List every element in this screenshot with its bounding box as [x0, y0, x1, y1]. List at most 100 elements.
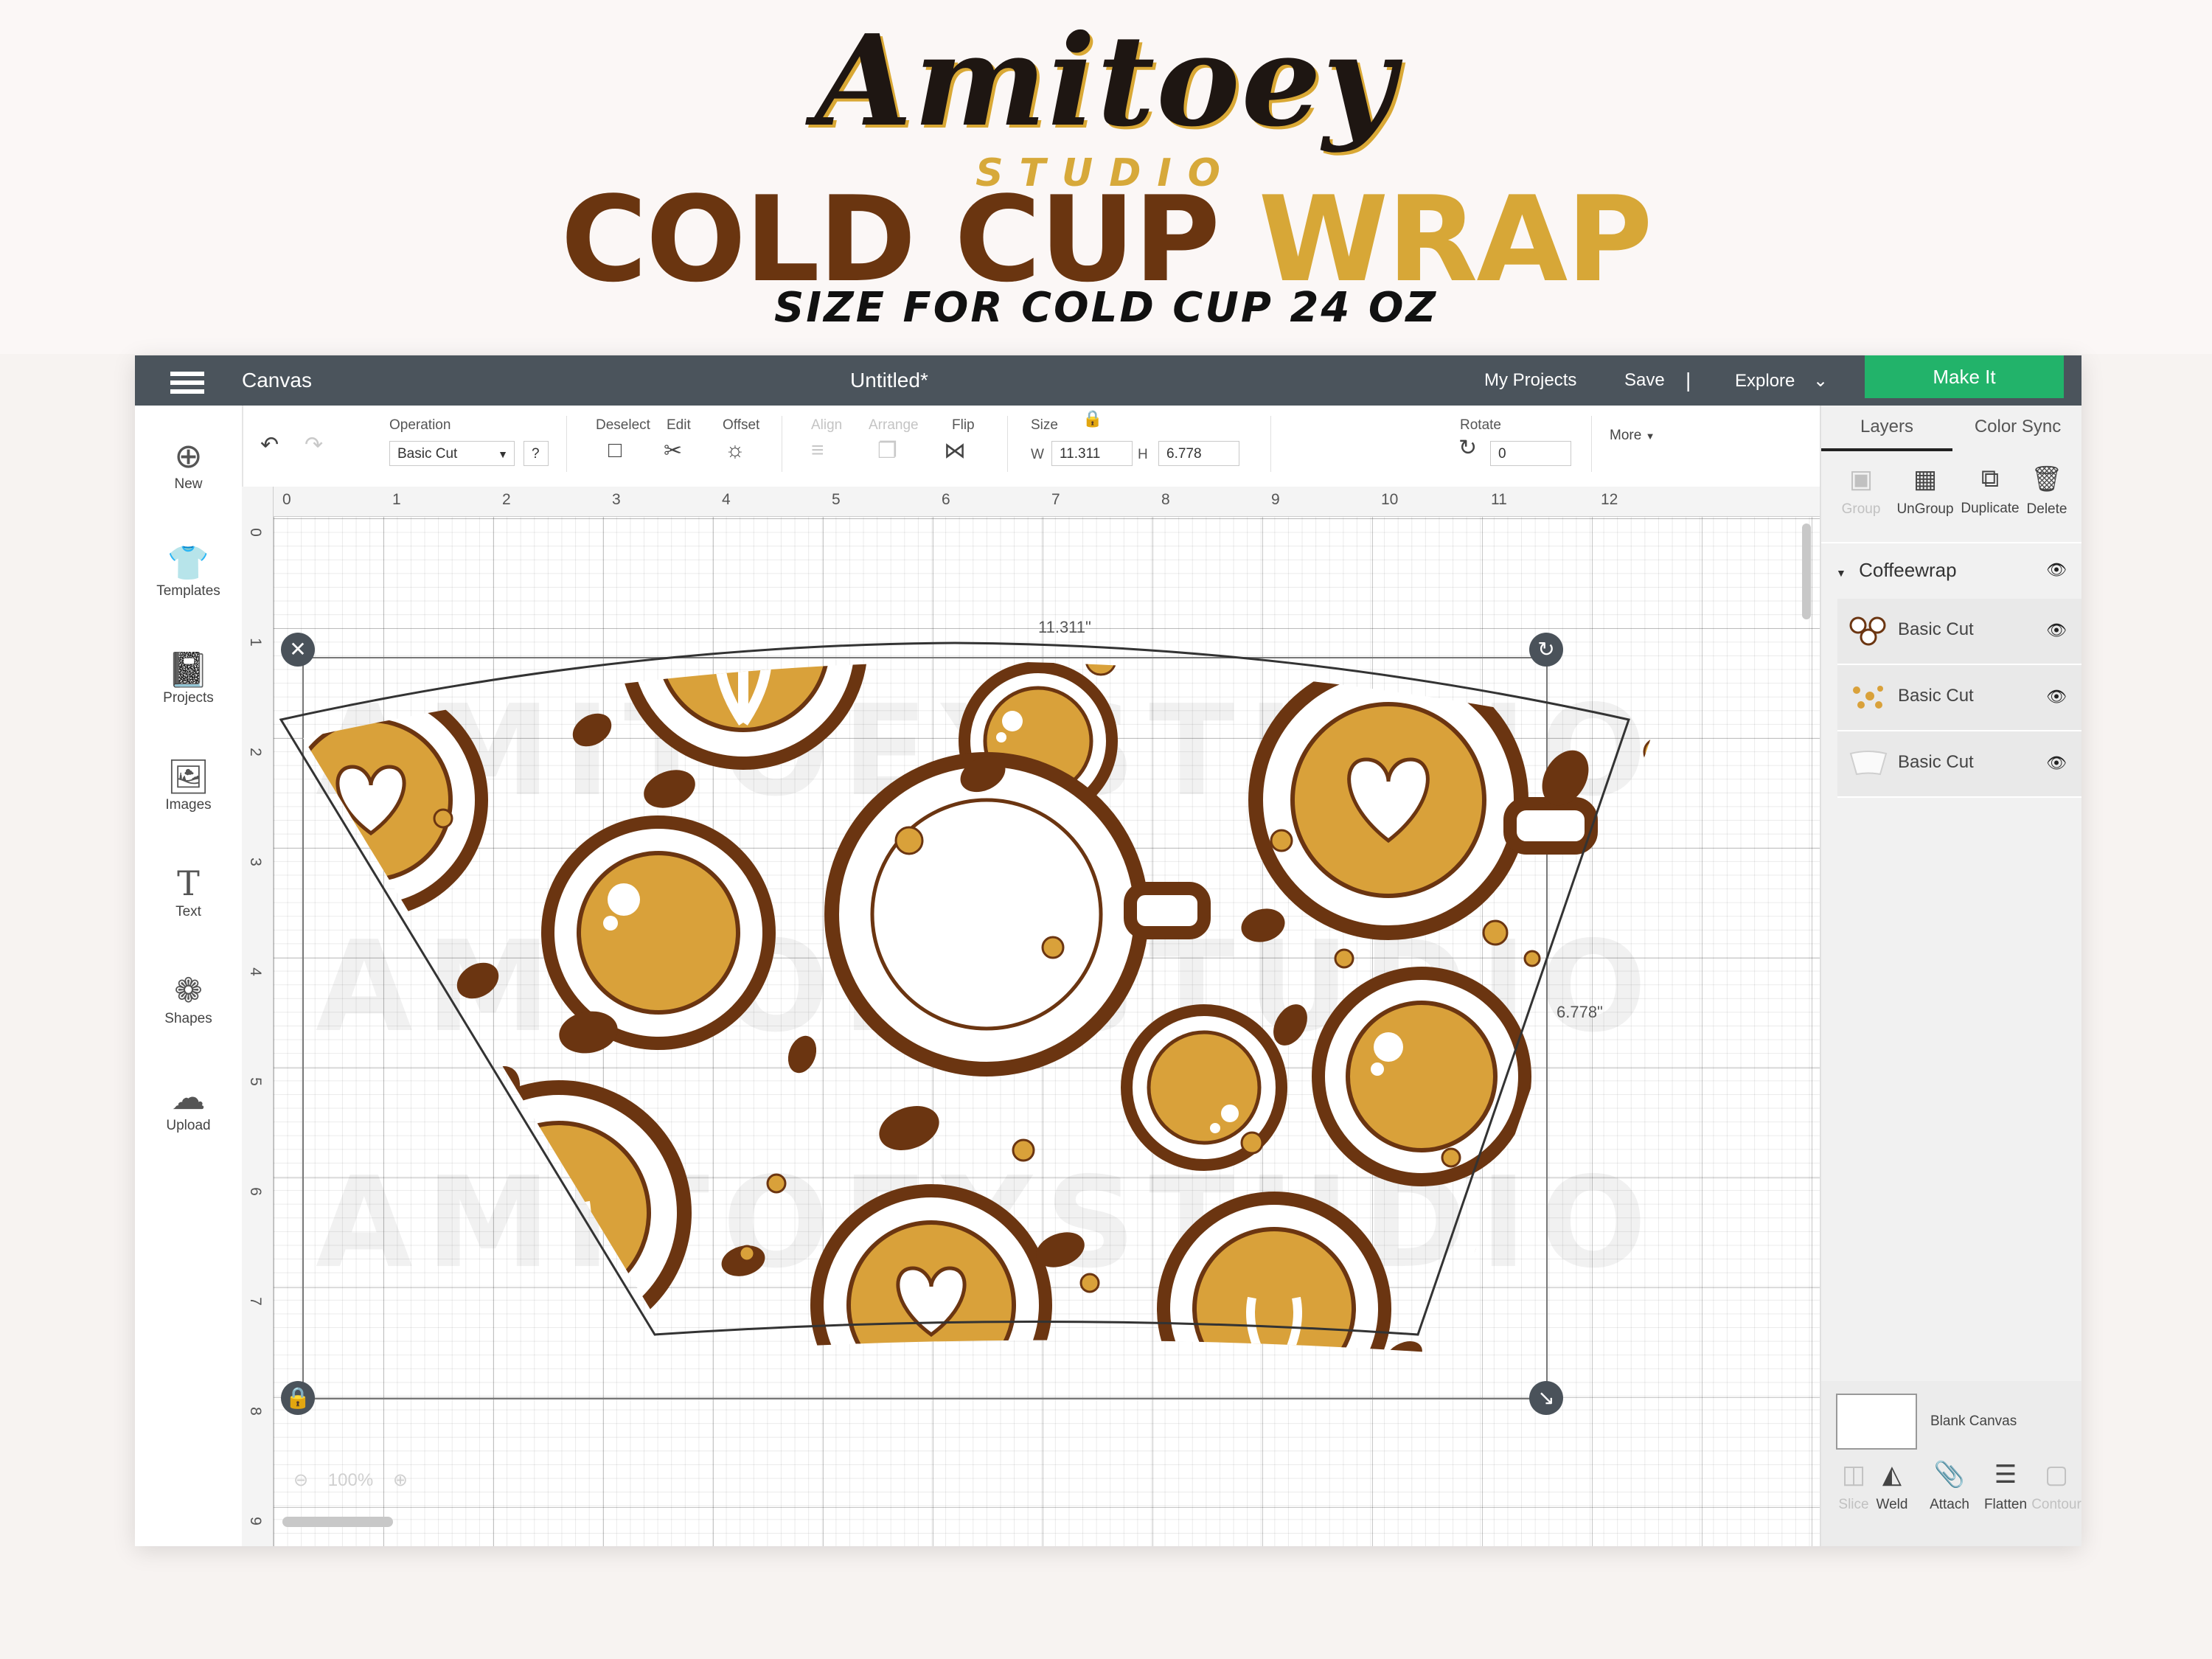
- layer-name: Basic Cut: [1898, 752, 1974, 772]
- layer-name: Basic Cut: [1898, 619, 1974, 639]
- zoom-level: 100%: [327, 1470, 374, 1490]
- document-title: Untitled*: [850, 369, 928, 392]
- explore-menu[interactable]: Explore ⌄: [1735, 370, 1828, 392]
- sidebar-item-label: Shapes: [164, 1011, 212, 1026]
- operation-select[interactable]: Basic Cut ▼: [389, 441, 515, 466]
- layer-thumbnail: [1853, 686, 1883, 709]
- zoom-in-icon[interactable]: ⊕: [393, 1470, 408, 1490]
- sidebar-item-text[interactable]: T Text: [135, 863, 242, 920]
- sidebar-item-images[interactable]: 🖼 Images: [135, 756, 242, 813]
- contour-button[interactable]: ▢ Contour: [2024, 1460, 2081, 1513]
- visibility-eye-icon[interactable]: 👁: [2046, 560, 2067, 580]
- width-input[interactable]: 11.311: [1051, 441, 1133, 466]
- divider: [1591, 416, 1592, 472]
- rotate-handle-icon[interactable]: ↻: [1529, 633, 1563, 667]
- sidebar-item-new[interactable]: ⊕ New: [135, 435, 242, 493]
- vertical-scrollbar[interactable]: [1802, 524, 1811, 619]
- rotate-label: Rotate: [1460, 417, 1501, 433]
- layer-group-coffeewrap[interactable]: ▼ Coffeewrap: [1836, 559, 1957, 582]
- tshirt-icon: 👕: [167, 543, 210, 582]
- sidebar-item-shapes[interactable]: ❁ Shapes: [135, 970, 242, 1027]
- weld-label: Weld: [1876, 1497, 1908, 1512]
- trash-icon: 🗑: [2031, 465, 2063, 493]
- ungroup-button[interactable]: ▦ UnGroup: [1893, 465, 1958, 518]
- duplicate-button[interactable]: ⧉ Duplicate: [1958, 465, 2023, 517]
- layer-row[interactable]: Basic Cut 👁: [1837, 665, 2081, 731]
- layer-group-name: Coffeewrap: [1859, 559, 1957, 581]
- zoom-out-icon[interactable]: ⊖: [293, 1470, 308, 1490]
- divider: [1821, 542, 2081, 543]
- layer-thumbnail: [1849, 616, 1886, 646]
- duplicate-icon: ⧉: [1980, 465, 2000, 493]
- cup-latte-top: [619, 661, 868, 770]
- group-button[interactable]: ▣ Group: [1829, 465, 1893, 518]
- undo-icon[interactable]: ↶: [260, 432, 279, 458]
- width-label: W: [1031, 447, 1044, 462]
- hamburger-menu-icon[interactable]: [170, 372, 204, 376]
- blank-canvas-swatch[interactable]: [1836, 1394, 1917, 1450]
- flip-label: Flip: [952, 417, 975, 433]
- my-projects-link[interactable]: My Projects: [1484, 370, 1576, 391]
- rotate-input[interactable]: 0: [1490, 441, 1571, 466]
- visibility-eye-icon[interactable]: 👁: [2046, 754, 2067, 773]
- height-input[interactable]: 6.778: [1158, 441, 1239, 466]
- make-it-button[interactable]: Make It: [1865, 355, 2064, 398]
- chevron-down-icon: ⌄: [1813, 371, 1829, 391]
- sidebar-item-projects[interactable]: 📓 Projects: [135, 649, 242, 706]
- shapes-icon: ❁: [174, 971, 203, 1009]
- delete-button[interactable]: 🗑 Delete: [2014, 465, 2079, 518]
- divider: [1270, 416, 1271, 472]
- sidebar-item-label: New: [174, 476, 203, 492]
- horizontal-scrollbar[interactable]: [282, 1517, 393, 1527]
- divider: [1007, 416, 1008, 472]
- visibility-eye-icon[interactable]: 👁: [2046, 621, 2067, 640]
- tab-color-sync[interactable]: Color Sync: [1952, 406, 2081, 448]
- width-dimension: 11.311": [1038, 618, 1091, 636]
- save-button[interactable]: Save: [1624, 370, 1665, 391]
- layer-row[interactable]: Basic Cut 👁: [1837, 599, 2081, 665]
- image-icon: 🖼: [167, 757, 210, 796]
- duplicate-label: Duplicate: [1961, 501, 2020, 516]
- promo-banner: Amitoey STUDIO COLD CUP WRAP SIZE FOR CO…: [0, 0, 2212, 354]
- align-icon[interactable]: ≡: [811, 438, 824, 463]
- coffee-pattern: [303, 661, 1651, 1353]
- attach-button[interactable]: 📎 Attach: [1917, 1460, 1982, 1513]
- sidebar-item-upload[interactable]: ☁ Upload: [135, 1077, 242, 1134]
- plus-circle-icon: ⊕: [174, 437, 203, 475]
- offset-icon[interactable]: ☼: [725, 438, 745, 463]
- visibility-eye-icon[interactable]: 👁: [2046, 687, 2067, 706]
- edit-toolbar: ↶ ↷ Operation Basic Cut ▼ ? Deselect □ E…: [242, 406, 1820, 488]
- paperclip-icon: 📎: [1933, 1461, 1966, 1489]
- edit-tools-icon[interactable]: ✂: [664, 438, 682, 464]
- operation-help-button[interactable]: ?: [524, 441, 549, 466]
- tab-layers[interactable]: Layers: [1821, 406, 1952, 451]
- design-app-window: Canvas Untitled* My Projects Save | Expl…: [135, 355, 2081, 1546]
- cup-heart-bottom: [810, 1184, 1052, 1353]
- resize-handle-icon[interactable]: ↘: [1529, 1381, 1563, 1415]
- left-sidebar: ⊕ New 👕 Templates 📓 Projects 🖼 Images T …: [135, 406, 243, 1546]
- zoom-controls: ⊖ 100% ⊕: [293, 1470, 408, 1491]
- sidebar-item-templates[interactable]: 👕 Templates: [135, 542, 242, 599]
- more-label: More: [1610, 428, 1642, 443]
- rotate-icon[interactable]: ↻: [1458, 435, 1477, 461]
- redo-icon[interactable]: ↷: [305, 432, 323, 458]
- lock-ratio-icon[interactable]: 🔒: [1082, 409, 1102, 428]
- cup-center-empty: [824, 752, 1211, 1077]
- design-canvas[interactable]: 0123456789101112 0123456789 AMITOEYSTUDI…: [242, 487, 1820, 1546]
- operation-label: Operation: [389, 417, 451, 433]
- cup-heart-right: [1248, 661, 1598, 940]
- sidebar-item-label: Images: [165, 797, 212, 813]
- attach-label: Attach: [1930, 1497, 1969, 1512]
- layer-row[interactable]: Basic Cut 👁: [1837, 731, 2081, 798]
- arrange-icon[interactable]: ❐: [877, 438, 897, 464]
- weld-button[interactable]: ◭ Weld: [1860, 1460, 1924, 1513]
- flip-icon[interactable]: ⋈: [944, 438, 966, 464]
- top-bar: Canvas Untitled* My Projects Save | Expl…: [135, 355, 2081, 406]
- caret-down-icon: ▼: [1645, 431, 1655, 442]
- close-handle-icon[interactable]: ✕: [281, 633, 315, 667]
- deselect-icon[interactable]: □: [608, 438, 622, 463]
- more-menu[interactable]: More ▼: [1610, 428, 1655, 444]
- lock-handle-icon[interactable]: 🔒: [281, 1381, 315, 1415]
- size-label: Size: [1031, 417, 1058, 433]
- offset-label: Offset: [723, 417, 760, 433]
